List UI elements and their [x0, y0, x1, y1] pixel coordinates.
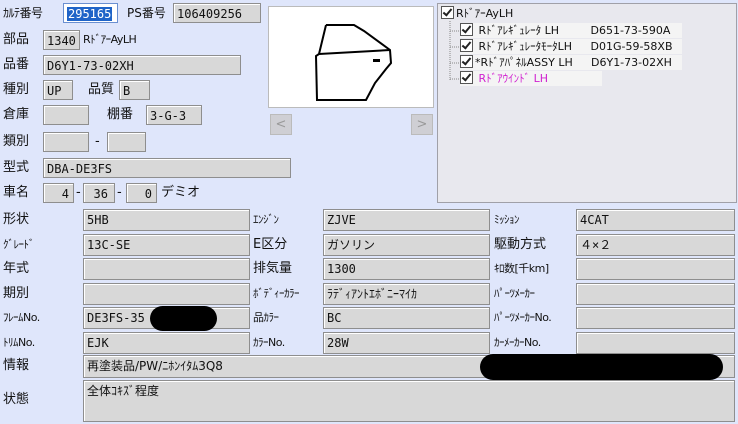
grid-label: ｶｰﾒｰｶｰNo.	[494, 336, 541, 349]
redaction	[150, 306, 217, 331]
grid-label: 期別	[3, 285, 30, 301]
tree-item[interactable]: Rﾄﾞｱｳｲﾝﾄﾞ LH	[460, 71, 602, 86]
grid-label: E区分	[253, 236, 288, 252]
shelf-label: 棚番	[107, 107, 134, 122]
tree-item-name: Rﾄﾞｱﾚｷﾞｭﾚｰﾀ LH	[478, 24, 560, 37]
grid-field[interactable]: 13C-SE	[83, 233, 250, 256]
grid-label: ｶﾗｰNo.	[253, 336, 285, 349]
grid-label: ﾄﾘﾑNo.	[3, 336, 35, 349]
shelf-field[interactable]: 3-G-3	[146, 105, 202, 125]
door-drawing-icon	[314, 24, 393, 101]
condition-field[interactable]: 全体ｺｷｽﾞ程度	[83, 380, 735, 422]
checkbox-icon[interactable]	[460, 39, 473, 52]
quality-label: 品質	[88, 82, 115, 97]
grid-label: ｷﾛ数[千km]	[494, 262, 549, 276]
grid-field[interactable]: 5HB	[83, 209, 250, 231]
kind-field[interactable]: UP	[43, 80, 73, 100]
checkbox-icon[interactable]	[441, 6, 454, 19]
grid-field[interactable]: 28W	[323, 332, 490, 354]
grid-label: ｴﾝｼﾞﾝ	[253, 213, 279, 226]
part-number-field[interactable]: D6Y1-73-02XH	[43, 55, 241, 75]
grid-field[interactable]	[576, 307, 735, 330]
car-name: デミオ	[161, 185, 201, 200]
grid-field[interactable]	[576, 258, 735, 281]
redaction	[480, 354, 723, 380]
tree-item-code: D01G-59-58XB	[590, 40, 673, 53]
kind-label: 種別	[3, 82, 30, 97]
category-field-2[interactable]	[107, 132, 146, 152]
grid-field[interactable]: ZJVE	[323, 209, 490, 231]
warehouse-label: 倉庫	[3, 107, 30, 122]
car-name-label: 車名	[3, 185, 30, 200]
next-image-button[interactable]: >	[411, 114, 433, 135]
prev-image-button[interactable]: <	[270, 114, 292, 135]
grid-field[interactable]	[83, 282, 250, 305]
grid-field[interactable]: ﾗﾃﾞｨｱﾝﾄｴﾎﾞﾆｰﾏｲｶ	[323, 282, 490, 305]
car-code-sep-1: -	[76, 185, 81, 200]
quality-field[interactable]: B	[119, 80, 150, 100]
car-code-2-field[interactable]: 36	[83, 183, 115, 203]
grid-label: 品ｶﾗｰ	[253, 311, 279, 325]
part-name: RﾄﾞｱｰAyLH	[83, 33, 137, 46]
parts-tree[interactable]: RﾄﾞｱｰAyLH Rﾄﾞｱﾚｷﾞｭﾚｰﾀ LH D651-73-590A Rﾄﾞ…	[437, 3, 737, 203]
tree-item-code: D6Y1-73-02XH	[591, 56, 672, 69]
category-separator: -	[95, 134, 100, 149]
checkbox-icon[interactable]	[460, 23, 473, 36]
grid-label: ﾊﾟｰﾂﾒｰｶｰ	[494, 286, 535, 300]
karte-number-value: 295165	[67, 7, 113, 21]
checkbox-icon[interactable]	[460, 71, 473, 84]
grid-label: ﾐｯｼｮﾝ	[494, 213, 520, 226]
tree-root-label: RﾄﾞｱｰAyLH	[456, 7, 514, 20]
karte-number-input[interactable]: 295165	[63, 3, 118, 23]
grid-field[interactable]: 4CAT	[576, 209, 735, 231]
tree-root[interactable]: RﾄﾞｱｰAyLH	[441, 6, 513, 21]
ps-label: PS番号	[127, 6, 166, 20]
model-field[interactable]: DBA-DE3FS	[43, 158, 291, 178]
grid-label: 駆動方式	[494, 236, 547, 252]
grid-field[interactable]: EJK	[83, 332, 250, 354]
grid-label: ﾌﾚｰﾑNo.	[3, 311, 40, 325]
grid-field[interactable]	[83, 258, 250, 281]
grid-label: 排気量	[253, 261, 293, 277]
info-label: 情報	[3, 358, 30, 373]
car-code-sep-2: -	[117, 185, 122, 200]
part-label: 部品	[3, 32, 30, 47]
car-code-1-field[interactable]: 4	[43, 183, 74, 203]
part-number-label: 品番	[3, 57, 30, 72]
tree-item-name: RﾄﾞｱﾚｷﾞｭﾚｰﾀﾓｰﾀLH	[478, 40, 573, 53]
grid-label: ﾎﾞﾃﾞｨｰｶﾗｰ	[253, 286, 300, 300]
grid-field[interactable]: 1300	[323, 258, 490, 281]
tree-item-name: *RﾄﾞｱﾊﾟﾈﾙASSY LH	[475, 56, 573, 69]
condition-label: 状態	[3, 392, 30, 407]
grid-label: ﾊﾟｰﾂﾒｰｶｰNo.	[494, 311, 552, 325]
checkbox-icon[interactable]	[460, 55, 473, 68]
grid-field[interactable]: ４×２	[576, 233, 735, 256]
grid-field[interactable]: ガソリン	[323, 233, 490, 256]
category-field-1[interactable]	[43, 132, 89, 152]
ps-number-field[interactable]: 106409256	[173, 3, 261, 23]
part-image	[268, 6, 434, 108]
grid-field[interactable]	[576, 332, 735, 354]
tree-item-code: D651-73-590A	[590, 24, 671, 37]
model-label: 型式	[3, 160, 30, 175]
warehouse-field[interactable]	[43, 105, 89, 125]
tree-item-name: Rﾄﾞｱｳｲﾝﾄﾞ LH	[478, 72, 549, 85]
grid-field[interactable]: BC	[323, 307, 490, 330]
grid-label: 年式	[3, 261, 30, 277]
tree-item[interactable]: *RﾄﾞｱﾊﾟﾈﾙASSY LH D6Y1-73-02XH	[460, 55, 682, 70]
category-label: 類別	[3, 134, 30, 149]
tree-item[interactable]: RﾄﾞｱﾚｷﾞｭﾚｰﾀﾓｰﾀLH D01G-59-58XB	[460, 39, 682, 54]
tree-item[interactable]: Rﾄﾞｱﾚｷﾞｭﾚｰﾀ LH D651-73-590A	[460, 23, 682, 38]
grid-label: 形状	[3, 212, 30, 227]
car-code-3-field[interactable]: 0	[126, 183, 157, 203]
part-code-field[interactable]: 1340	[43, 30, 80, 50]
grid-field[interactable]	[576, 282, 735, 305]
grid-label: ｸﾞﾚｰﾄﾞ	[3, 237, 35, 251]
karte-label: ｶﾙﾃ番号	[3, 6, 43, 20]
